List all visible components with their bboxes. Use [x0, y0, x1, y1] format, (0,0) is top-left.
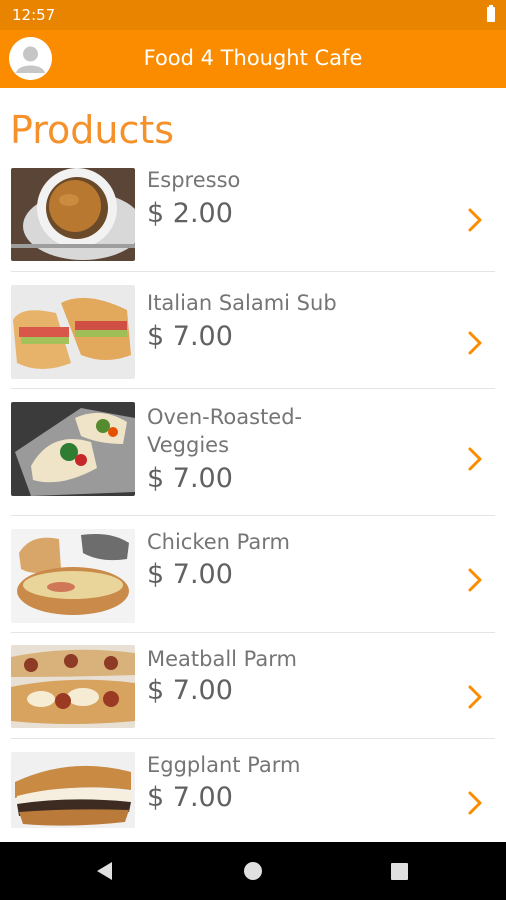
product-name: Eggplant Parm [147, 753, 301, 777]
oven-roasted-veggies-image [11, 402, 135, 496]
app-title: Food 4 Thought Cafe [143, 46, 363, 70]
page-title: Products [10, 108, 175, 152]
product-price: $ 7.00 [147, 463, 233, 494]
product-item-espresso[interactable]: Espresso $ 2.00 [0, 166, 506, 272]
chicken-parm-image [11, 529, 135, 623]
product-name: Oven-Roasted-Veggies [147, 405, 303, 457]
italian-salami-sub-image [11, 285, 135, 379]
chevron-right-icon [468, 208, 482, 232]
navigation-bar [0, 842, 506, 900]
back-icon[interactable] [65, 842, 145, 900]
product-price: $ 7.00 [147, 559, 233, 590]
product-item-eggplant-parm[interactable]: Eggplant Parm $ 7.00 [0, 739, 506, 843]
status-bar: 12:57 [0, 0, 506, 30]
product-name: Italian Salami Sub [147, 291, 337, 315]
product-price: $ 7.00 [147, 675, 233, 706]
status-time: 12:57 [12, 6, 56, 24]
product-item-oven-roasted-veggies[interactable]: Oven-Roasted-Veggies $ 7.00 [0, 389, 506, 516]
espresso-image [11, 168, 135, 261]
battery-icon [487, 5, 495, 22]
product-item-chicken-parm[interactable]: Chicken Parm $ 7.00 [0, 516, 506, 633]
home-icon[interactable] [213, 842, 293, 900]
chevron-right-icon [468, 331, 482, 355]
product-list: Espresso $ 2.00 Italian Salami Sub $ 7.0… [0, 166, 506, 843]
app-bar: Food 4 Thought Cafe [0, 30, 506, 88]
meatball-parm-image [11, 645, 135, 728]
chevron-right-icon [468, 791, 482, 815]
product-name: Chicken Parm [147, 530, 290, 554]
product-price: $ 2.00 [147, 198, 233, 229]
recents-icon[interactable] [359, 842, 439, 900]
chevron-right-icon [468, 447, 482, 471]
product-price: $ 7.00 [147, 321, 233, 352]
chevron-right-icon [468, 685, 482, 709]
product-name: Meatball Parm [147, 647, 297, 671]
product-item-meatball-parm[interactable]: Meatball Parm $ 7.00 [0, 633, 506, 739]
product-name: Espresso [147, 168, 241, 192]
chevron-right-icon [468, 568, 482, 592]
product-price: $ 7.00 [147, 782, 233, 813]
product-item-italian-salami-sub[interactable]: Italian Salami Sub $ 7.00 [0, 272, 506, 389]
eggplant-parm-image [11, 752, 135, 828]
